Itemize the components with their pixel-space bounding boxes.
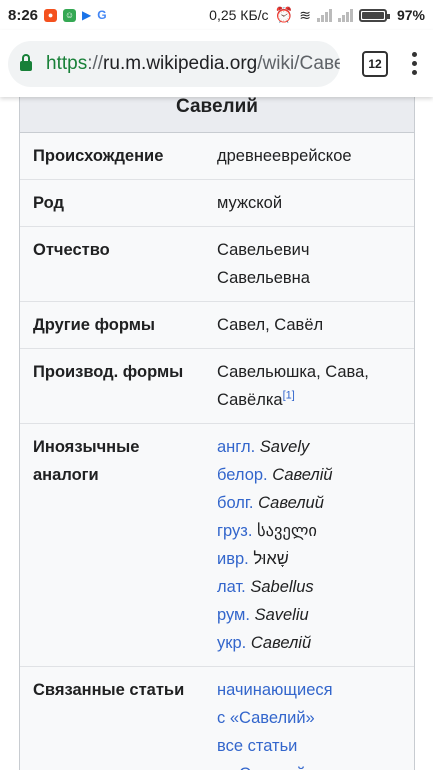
infobox-row-foreign-analogs: Иноязычные аналоги англ. Savely белор. С… bbox=[20, 424, 414, 667]
derived-forms-text: Савёлка bbox=[217, 391, 283, 409]
language-link[interactable]: рум. bbox=[217, 606, 250, 624]
status-time: 8:26 bbox=[8, 6, 39, 24]
status-bar: 8:26 ● ☺ ▶ G 0,25 КБ/с ⏰ ≋ 97% bbox=[0, 0, 433, 30]
analog-item: рум. Saveliu bbox=[217, 601, 414, 629]
infobox-row-related: Связанные статьи начинающиеся с «Савелий… bbox=[20, 667, 414, 770]
infobox-row-gender: Род мужской bbox=[20, 180, 414, 227]
infobox-row-other-forms: Другие формы Савел, Савёл bbox=[20, 302, 414, 349]
analog-item: ивр. שָׁאוּל bbox=[217, 545, 414, 573]
analog-name: საველი bbox=[257, 522, 317, 540]
row-value: древнееврейское bbox=[217, 147, 352, 165]
row-value: мужской bbox=[217, 194, 283, 212]
google-icon: G bbox=[97, 8, 107, 22]
row-value: Савел, Савёл bbox=[217, 316, 324, 334]
row-label: Другие формы bbox=[33, 316, 156, 334]
analog-name: שָׁאוּל bbox=[253, 550, 289, 568]
analog-name: Савелий bbox=[258, 494, 324, 512]
infobox-row-patronymic: Отчество Савельевич Савельевна bbox=[20, 227, 414, 302]
analog-item: лат. Sabellus bbox=[217, 573, 414, 601]
row-label: Отчество bbox=[33, 241, 110, 259]
signal-icon bbox=[316, 8, 332, 22]
language-link[interactable]: ивр. bbox=[217, 550, 249, 568]
analog-item: белор. Савелій bbox=[217, 461, 414, 489]
derived-forms-line: Савельюшка, Сава, bbox=[217, 363, 369, 381]
row-value: англ. Savely белор. Савелій болг. Савели… bbox=[217, 424, 414, 666]
patronymic-line: Савельевна bbox=[217, 269, 310, 287]
reference-link[interactable]: [1] bbox=[283, 390, 295, 402]
wifi-icon: ≋ bbox=[299, 6, 311, 23]
language-link[interactable]: англ. bbox=[217, 438, 255, 456]
url-separator: :// bbox=[87, 52, 104, 74]
page-content: Савелий Происхождение древнееврейское Ро… bbox=[0, 97, 433, 770]
analog-name: Савелій bbox=[272, 466, 333, 484]
alarm-icon: ⏰ bbox=[274, 7, 294, 24]
address-bar[interactable]: https://ru.m.wikipedia.org/wiki/Савелий bbox=[8, 40, 340, 87]
battery-percent: 97% bbox=[396, 7, 425, 23]
language-link[interactable]: болг. bbox=[217, 494, 253, 512]
tab-switcher-button[interactable]: 12 bbox=[362, 50, 388, 77]
language-link[interactable]: белор. bbox=[217, 466, 268, 484]
url-scheme: https bbox=[46, 52, 88, 74]
analog-item: груз. საველი bbox=[217, 517, 414, 545]
language-link[interactable]: укр. bbox=[217, 634, 246, 652]
derived-forms-line: Савёлка[1] bbox=[217, 386, 414, 414]
row-label: Производ. формы bbox=[33, 363, 184, 381]
analog-name: Савелій bbox=[250, 634, 312, 652]
infobox-row-derived-forms: Производ. формы Савельюшка, Сава, Савёлк… bbox=[20, 349, 414, 424]
status-right: 0,25 КБ/с ⏰ ≋ 97% bbox=[209, 6, 425, 25]
analog-item: болг. Савелий bbox=[217, 489, 414, 517]
row-value: Савельевич Савельевна bbox=[217, 227, 414, 301]
analog-name: Sabellus bbox=[250, 578, 314, 596]
related-link[interactable]: с «Савелий» bbox=[217, 704, 414, 732]
browser-toolbar: https://ru.m.wikipedia.org/wiki/Савелий … bbox=[0, 30, 433, 97]
notification-app-icon: ● bbox=[44, 8, 58, 22]
related-link[interactable]: с «Савелий» bbox=[217, 760, 414, 770]
language-link[interactable]: груз. bbox=[217, 522, 252, 540]
url-path: /wiki/Савелий bbox=[257, 52, 340, 74]
patronymic-line: Савельевич bbox=[217, 241, 310, 259]
infobox-title: Савелий bbox=[20, 97, 414, 133]
signal-icon-2 bbox=[337, 8, 353, 22]
network-speed: 0,25 КБ/с bbox=[209, 7, 269, 23]
battery-icon bbox=[358, 8, 390, 22]
lock-icon bbox=[20, 54, 32, 71]
notification-android-icon: ☺ bbox=[63, 8, 77, 22]
language-link[interactable]: лат. bbox=[217, 578, 246, 596]
url-host: ru.m.wikipedia.org bbox=[103, 52, 258, 74]
infobox-row-origin: Происхождение древнееврейское bbox=[20, 133, 414, 180]
related-link[interactable]: все статьи bbox=[217, 732, 414, 760]
analog-name: Savely bbox=[259, 438, 310, 456]
row-label: Происхождение bbox=[33, 147, 164, 165]
play-store-icon: ▶ bbox=[82, 8, 92, 22]
row-label-line: аналоги bbox=[33, 466, 99, 484]
row-label-line: Иноязычные bbox=[33, 438, 140, 456]
row-label: Связанные статьи bbox=[33, 681, 185, 699]
analog-item: укр. Савелій bbox=[217, 629, 414, 657]
row-label: Иноязычные аналоги bbox=[20, 424, 217, 666]
status-left: 8:26 ● ☺ ▶ G bbox=[8, 7, 107, 24]
infobox: Савелий Происхождение древнееврейское Ро… bbox=[19, 97, 415, 770]
analog-item: англ. Savely bbox=[217, 433, 414, 461]
analog-name: Saveliu bbox=[254, 606, 309, 624]
row-value: начинающиеся с «Савелий» все статьи с «С… bbox=[217, 667, 414, 770]
related-link[interactable]: начинающиеся bbox=[217, 676, 414, 704]
menu-button[interactable] bbox=[404, 48, 425, 79]
row-value: Савельюшка, Сава, Савёлка[1] bbox=[217, 349, 414, 423]
row-label: Род bbox=[33, 194, 64, 212]
